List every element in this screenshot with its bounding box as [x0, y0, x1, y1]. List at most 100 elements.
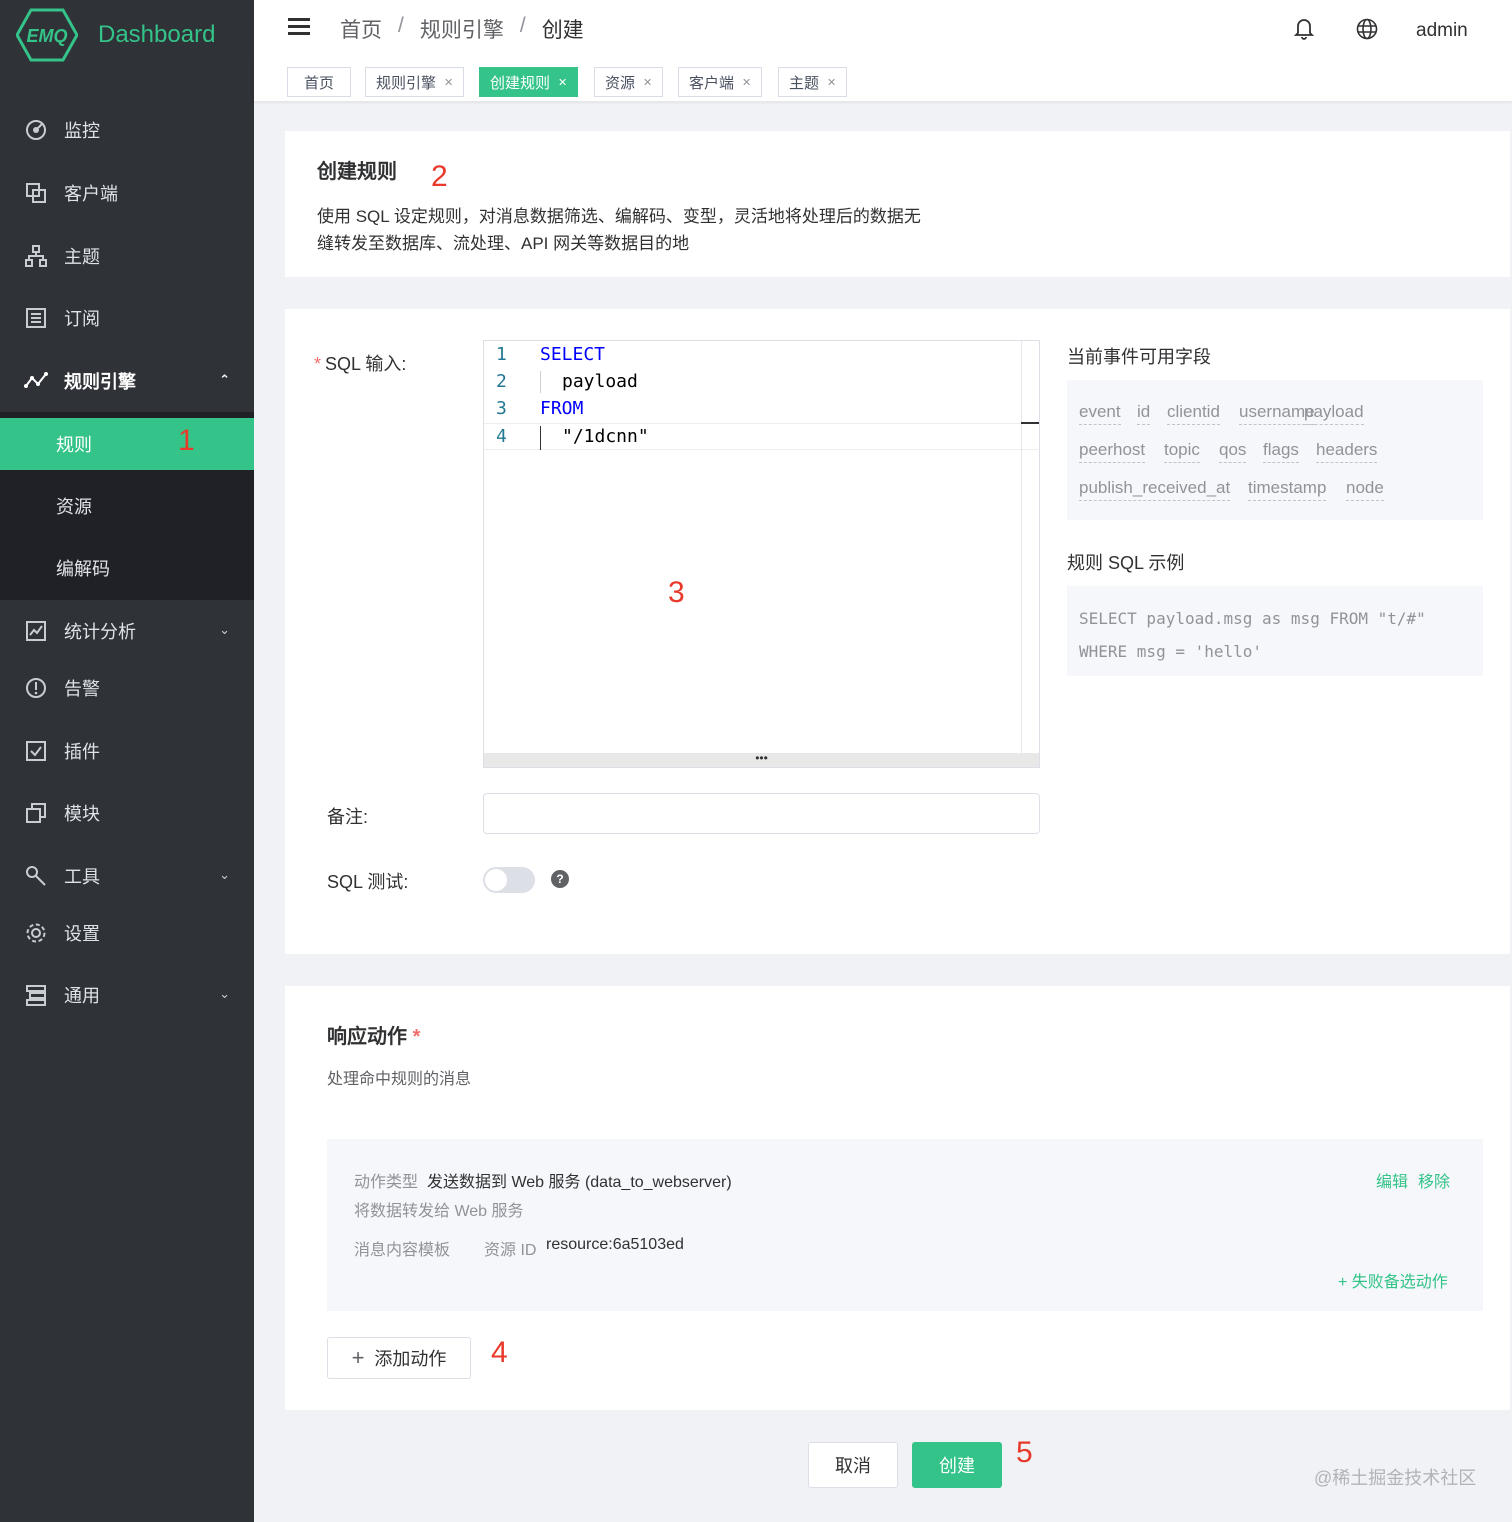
sidebar-item-topics[interactable]: 主题 — [0, 225, 254, 287]
sidebar-item-alarm[interactable]: 告警 — [0, 657, 254, 719]
add-action-button[interactable]: + 添加动作 — [327, 1337, 471, 1379]
field-chip[interactable]: payload — [1304, 402, 1364, 425]
logo-badge: EMQ — [26, 26, 67, 46]
code-text: payload — [562, 371, 638, 392]
sidebar-item-label: 通用 — [64, 986, 100, 1006]
plus-icon: + — [351, 1345, 365, 1370]
sidebar-item-label: 监控 — [64, 121, 100, 141]
sidebar-item-modules[interactable]: 模块 — [0, 782, 254, 844]
help-icon[interactable]: ? — [551, 870, 569, 888]
topics-icon — [24, 244, 48, 268]
text-cursor — [540, 426, 541, 450]
line-number: 4 — [496, 426, 507, 447]
field-chip[interactable]: headers — [1316, 440, 1378, 463]
close-icon[interactable]: ✕ — [742, 76, 751, 89]
create-button[interactable]: 创建 — [912, 1442, 1002, 1488]
editor-resize-handle[interactable]: ••• — [484, 752, 1039, 767]
breadcrumb-separator: / — [398, 14, 404, 37]
bell-icon[interactable] — [1293, 16, 1315, 45]
close-icon[interactable]: ✕ — [444, 76, 453, 89]
line-number: 1 — [496, 344, 507, 365]
sidebar-item-clients[interactable]: 客户端 — [0, 162, 254, 224]
intro-card: 创建规则 使用 SQL 设定规则，对消息数据筛选、编解码、变型，灵活地将处理后的… — [285, 131, 1510, 277]
sql-input-label: * SQL 输入: — [314, 350, 406, 376]
analysis-icon — [24, 619, 48, 643]
actions-title-text: 响应动作 — [327, 1026, 407, 1048]
sidebar-item-analysis[interactable]: 统计分析 ⌄ — [0, 600, 254, 662]
code-keyword: SELECT — [540, 344, 606, 365]
sidebar-item-label: 告警 — [64, 679, 100, 699]
line-number: 3 — [496, 398, 507, 419]
sidebar-item-rule-engine[interactable]: 规则引擎 ⌃ — [0, 350, 254, 412]
edit-action-link[interactable]: 编辑 — [1376, 1168, 1408, 1192]
sidebar-subitem-resources[interactable]: 资源 — [0, 480, 254, 532]
sql-example-line: WHERE msg = 'hello' — [1079, 642, 1263, 661]
tag-create-rule[interactable]: 创建规则 ✕ — [479, 67, 579, 97]
remove-action-link[interactable]: 移除 — [1418, 1168, 1450, 1192]
field-chip[interactable]: flags — [1263, 440, 1299, 463]
tag-resources[interactable]: 资源 ✕ — [594, 67, 664, 97]
logo-text: Dashboard — [98, 21, 216, 48]
sql-editor[interactable]: 1 SELECT 2 payload 3 FROM 4 "/1dcnn" ••• — [483, 340, 1040, 768]
breadcrumb-item-home[interactable]: 首页 — [340, 14, 382, 44]
sidebar-item-tools[interactable]: 工具 ⌄ — [0, 845, 254, 907]
tag-rule-engine[interactable]: 规则引擎 ✕ — [365, 67, 465, 97]
close-icon[interactable]: ✕ — [643, 76, 652, 89]
field-chip[interactable]: id — [1137, 402, 1151, 425]
sidebar-item-label: 设置 — [64, 924, 100, 944]
field-chip[interactable]: qos — [1219, 440, 1247, 463]
sidebar-item-subscriptions[interactable]: 订阅 — [0, 287, 254, 349]
sidebar-item-label: 客户端 — [64, 184, 118, 204]
annotation-1: 1 — [178, 424, 195, 457]
sidebar-subitem-rules[interactable]: 规则 — [0, 418, 254, 470]
user-menu[interactable]: admin — [1416, 20, 1468, 42]
breadcrumb-item-rule-engine[interactable]: 规则引擎 — [420, 14, 504, 44]
sidebar-item-settings[interactable]: 设置 — [0, 902, 254, 964]
action-type-value: 发送数据到 Web 服务 (data_to_webserver) — [427, 1174, 732, 1191]
page-description: 使用 SQL 设定规则，对消息数据筛选、编解码、变型，灵活地将处理后的数据无 缝… — [317, 203, 921, 257]
tag-clients[interactable]: 客户端 ✕ — [678, 67, 763, 97]
sidebar-subitem-label: 编解码 — [56, 559, 110, 579]
fields-title: 当前事件可用字段 — [1067, 347, 1211, 367]
resource-id-label: 资源 ID — [484, 1242, 537, 1259]
sidebar-item-general[interactable]: 通用 ⌄ — [0, 964, 254, 1026]
tag-topics[interactable]: 主题 ✕ — [778, 67, 848, 97]
sql-test-label: SQL 测试: — [327, 872, 409, 892]
tag-label: 创建规则 — [490, 74, 551, 92]
close-icon[interactable]: ✕ — [558, 76, 567, 89]
plugins-icon — [24, 739, 48, 763]
sidebar-item-monitor[interactable]: 监控 — [0, 99, 254, 161]
emq-logo-icon: EMQ — [16, 8, 78, 62]
field-chip[interactable]: publish_received_at — [1079, 478, 1231, 501]
toggle-knob — [485, 869, 507, 891]
globe-icon[interactable] — [1356, 18, 1378, 45]
hamburger-icon[interactable] — [288, 18, 310, 38]
sql-example-title: 规则 SQL 示例 — [1067, 553, 1185, 573]
sql-test-toggle[interactable] — [483, 867, 535, 893]
sidebar-item-label: 规则引擎 — [64, 372, 136, 392]
note-input[interactable] — [483, 793, 1040, 834]
field-chip[interactable]: node — [1346, 478, 1384, 501]
sidebar-subitem-codec[interactable]: 编解码 — [0, 542, 254, 594]
code-line: 3 FROM — [484, 395, 1038, 422]
cancel-button[interactable]: 取消 — [808, 1442, 898, 1488]
sidebar-item-label: 工具 — [64, 867, 100, 887]
add-fallback-action-link[interactable]: + 失败备选动作 — [1338, 1268, 1448, 1292]
field-chip[interactable]: clientid — [1167, 402, 1220, 425]
tag-home[interactable]: 首页 — [287, 67, 351, 97]
sql-example-line: SELECT payload.msg as msg FROM "t/#" — [1079, 609, 1426, 628]
sidebar-item-label: 统计分析 — [64, 622, 136, 642]
watermark: @稀土掘金技术社区 — [1314, 1468, 1477, 1488]
field-chip[interactable]: topic — [1164, 440, 1200, 463]
annotation-5: 5 — [1016, 1436, 1033, 1469]
tag-label: 首页 — [303, 74, 334, 92]
sidebar-item-plugins[interactable]: 插件 — [0, 720, 254, 782]
close-icon[interactable]: ✕ — [827, 76, 836, 89]
tag-label: 客户端 — [689, 74, 735, 92]
field-chip[interactable]: timestamp — [1248, 478, 1327, 501]
field-chip[interactable]: peerhost — [1079, 440, 1146, 463]
field-chip[interactable]: event — [1079, 402, 1121, 425]
modules-icon — [24, 801, 48, 825]
logo[interactable]: EMQ Dashboard — [0, 0, 254, 70]
sidebar-item-label: 主题 — [64, 247, 100, 267]
